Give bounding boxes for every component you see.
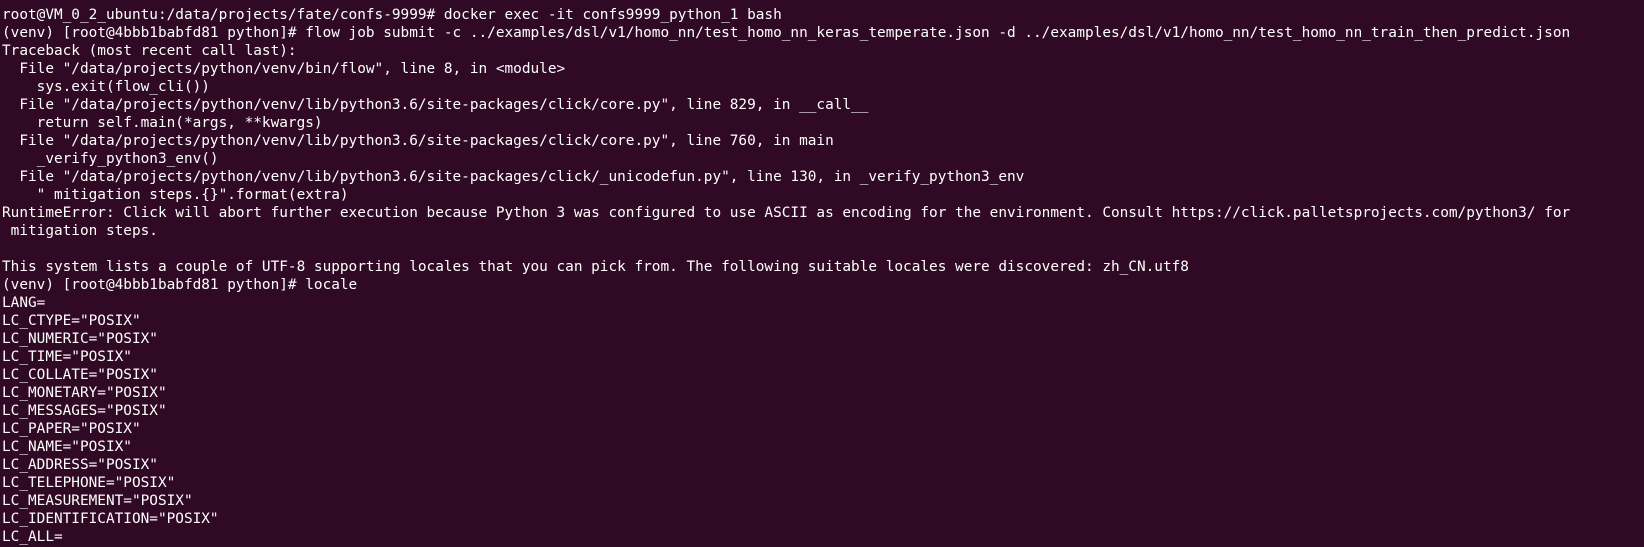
terminal-line: This system lists a couple of UTF-8 supp… — [2, 259, 1189, 275]
terminal-line: RuntimeError: Click will abort further e… — [2, 205, 1571, 221]
terminal-window[interactable]: root@VM_0_2_ubuntu:/data/projects/fate/c… — [0, 0, 1644, 547]
terminal-line: LC_IDENTIFICATION="POSIX" — [2, 511, 219, 527]
terminal-line: LC_TELEPHONE="POSIX" — [2, 475, 176, 491]
terminal-line: File "/data/projects/python/venv/lib/pyt… — [2, 97, 869, 113]
terminal-line: " mitigation steps.{}".format(extra) — [2, 187, 349, 203]
terminal-line: LANG= — [2, 295, 46, 311]
terminal-line: mitigation steps. — [2, 223, 158, 239]
terminal-line: (venv) [root@4bbb1babfd81 python]# local… — [2, 277, 358, 293]
terminal-line: sys.exit(flow_cli()) — [2, 79, 210, 95]
terminal-line: LC_NUMERIC="POSIX" — [2, 331, 158, 347]
terminal-line: LC_NAME="POSIX" — [2, 439, 132, 455]
terminal-line: File "/data/projects/python/venv/lib/pyt… — [2, 133, 834, 149]
terminal-line: File "/data/projects/python/venv/lib/pyt… — [2, 169, 1025, 185]
terminal-line: Traceback (most recent call last): — [2, 43, 297, 59]
terminal-line: LC_MEASUREMENT="POSIX" — [2, 493, 193, 509]
terminal-line: LC_PAPER="POSIX" — [2, 421, 141, 437]
terminal-line: LC_ALL= — [2, 529, 63, 545]
terminal-line: File "/data/projects/python/venv/bin/flo… — [2, 61, 566, 77]
terminal-line: return self.main(*args, **kwargs) — [2, 115, 323, 131]
terminal-line: LC_MESSAGES="POSIX" — [2, 403, 167, 419]
terminal-line: (venv) [root@4bbb1babfd81 python]# flow … — [2, 25, 1571, 41]
terminal-line: LC_CTYPE="POSIX" — [2, 313, 141, 329]
terminal-line: LC_COLLATE="POSIX" — [2, 367, 158, 383]
terminal-line: root@VM_0_2_ubuntu:/data/projects/fate/c… — [2, 7, 782, 23]
terminal-line: LC_TIME="POSIX" — [2, 349, 132, 365]
terminal-line: LC_ADDRESS="POSIX" — [2, 457, 158, 473]
terminal-line: LC_MONETARY="POSIX" — [2, 385, 167, 401]
terminal-line: _verify_python3_env() — [2, 151, 219, 167]
